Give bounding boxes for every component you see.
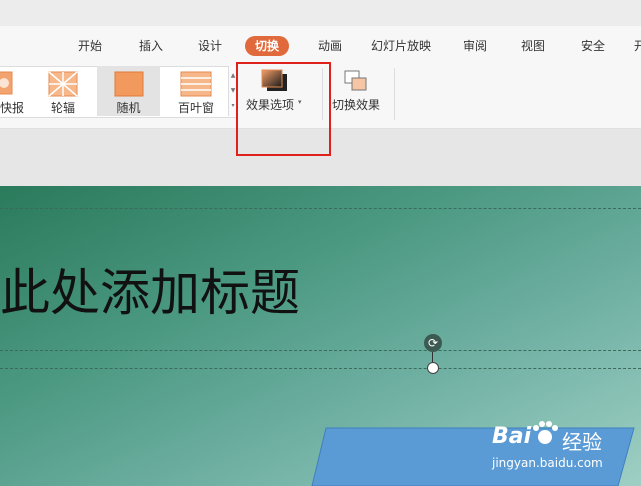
switch-effect-button[interactable]: 切换效果: [330, 66, 386, 116]
placeholder-border: [0, 350, 641, 351]
watermark-url: jingyan.baidu.com: [492, 456, 603, 470]
gallery-item-label: 随机: [116, 101, 141, 115]
gallery-item-label: 百叶窗: [177, 101, 214, 115]
news-flash-icon: [0, 71, 13, 95]
watermark-suffix: 经验: [562, 430, 602, 454]
watermark-brand: Bai: [492, 424, 532, 449]
tab-security[interactable]: 安全: [581, 36, 605, 56]
gallery-item-blinds[interactable]: 百叶窗: [170, 66, 222, 116]
switch-effect-icon: [344, 70, 367, 91]
highlight-box: [236, 62, 331, 156]
watermark: Bai 经验 jingyan.baidu.com: [486, 418, 636, 478]
tab-slideshow[interactable]: 幻灯片放映: [371, 36, 431, 56]
gallery-item-random[interactable]: 随机: [97, 66, 160, 116]
random-icon: [114, 71, 144, 97]
tab-review[interactable]: 审阅: [463, 36, 487, 56]
gallery-item-label: 快报: [0, 101, 25, 115]
tab-transitions[interactable]: 切换: [245, 36, 290, 56]
tab-insert[interactable]: 插入: [139, 36, 163, 56]
ribbon-separator: [394, 68, 395, 120]
tab-view[interactable]: 视图: [521, 36, 545, 56]
title-strip: [0, 0, 641, 26]
switch-effect-label: 切换效果: [332, 98, 381, 112]
gallery-item-wheel[interactable]: 轮辐: [38, 66, 88, 116]
tab-animation[interactable]: 动画: [318, 36, 342, 56]
tab-home[interactable]: 开始: [78, 36, 102, 56]
resize-handle[interactable]: [427, 362, 439, 374]
paw-icon: [533, 421, 558, 444]
rotate-handle-icon[interactable]: ⟳: [424, 334, 442, 352]
placeholder-border: [0, 208, 641, 209]
gallery-item-label: 轮辐: [50, 101, 75, 115]
slide-title-placeholder[interactable]: 此处添加标题: [0, 258, 300, 328]
blinds-icon: [180, 71, 212, 97]
tab-design[interactable]: 设计: [198, 36, 222, 56]
wheel-icon: [48, 71, 78, 97]
tab-developer[interactable]: 开: [634, 36, 641, 56]
placeholder-border: [0, 368, 641, 369]
gallery-item-news-flash[interactable]: 快报: [0, 66, 30, 116]
